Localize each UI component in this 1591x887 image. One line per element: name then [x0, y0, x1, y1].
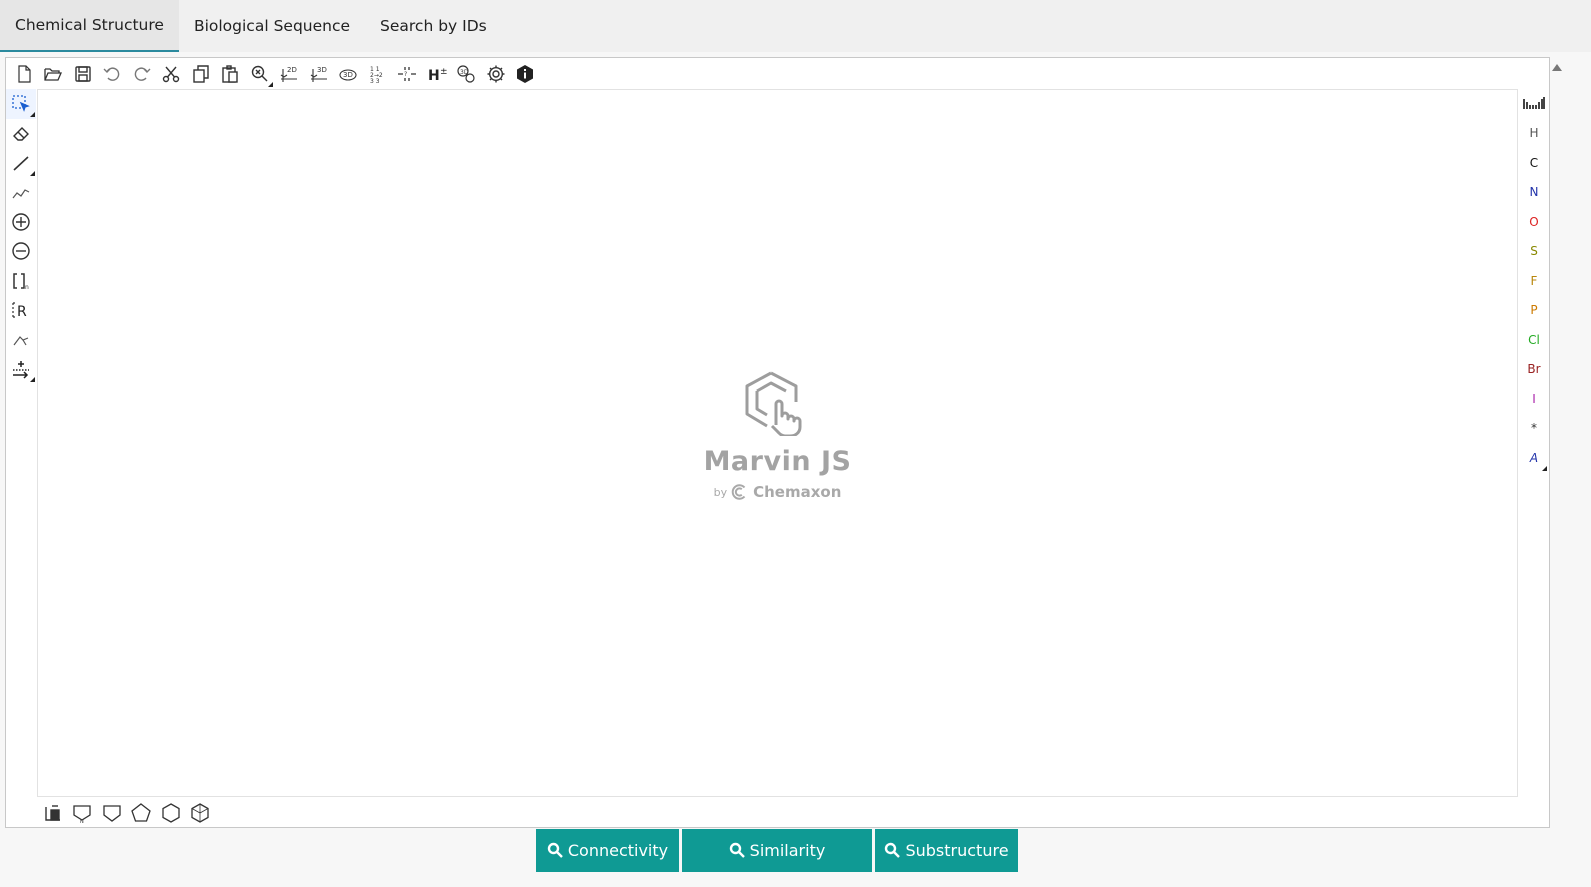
watermark-subtitle: by Chemaxon — [700, 483, 855, 501]
svg-text:H: H — [428, 68, 440, 84]
tab-search-by-ids[interactable]: Search by IDs — [365, 0, 502, 52]
add-hydrogens-icon[interactable]: H ± — [422, 60, 452, 88]
element-c-button[interactable]: C — [1519, 148, 1549, 178]
element-cl-button[interactable]: Cl — [1519, 325, 1549, 355]
similarity-label: Similarity — [749, 841, 826, 860]
svg-text:?: ? — [404, 71, 407, 78]
connectivity-search-button[interactable]: Connectivity — [536, 829, 679, 872]
bottom-toolbar: N — [38, 798, 215, 828]
svg-text:R: R — [17, 304, 27, 320]
tab-chemical-structure[interactable]: Chemical Structure — [0, 0, 179, 52]
reaction-arrow-icon[interactable] — [6, 355, 36, 385]
element-n-button[interactable]: N — [1519, 178, 1549, 208]
templates-icon[interactable]: 3D — [452, 60, 482, 88]
3d-view-icon[interactable]: 3D — [334, 60, 364, 88]
substructure-label: Substructure — [905, 841, 1009, 860]
svg-text:3 3: 3 3 — [370, 78, 380, 84]
aromatize-icon[interactable]: ? — [393, 60, 423, 88]
clean-2d-icon[interactable]: 2D — [275, 60, 305, 88]
scroll-up-arrow-icon[interactable] — [1552, 64, 1562, 71]
redo-icon[interactable] — [127, 60, 157, 88]
periodic-table-icon[interactable] — [1519, 89, 1549, 119]
any-atom-button[interactable]: * — [1519, 414, 1549, 444]
element-i-button[interactable]: I — [1519, 384, 1549, 414]
rectangle-select-icon[interactable] — [6, 89, 36, 119]
right-toolbar: H C N O S F P Cl Br I * A — [1519, 89, 1549, 473]
similarity-search-button[interactable]: Similarity — [682, 829, 872, 872]
benzene-template-icon[interactable] — [38, 799, 68, 827]
undo-icon[interactable] — [98, 60, 128, 88]
connectivity-label: Connectivity — [567, 841, 669, 860]
cyclopentane-icon[interactable] — [127, 799, 157, 827]
search-icon — [729, 842, 745, 858]
settings-icon[interactable] — [481, 60, 511, 88]
svg-text:3D: 3D — [460, 69, 469, 76]
element-s-button[interactable]: S — [1519, 237, 1549, 267]
element-h-button[interactable]: H — [1519, 119, 1549, 149]
atom-list-label: A — [1529, 450, 1539, 465]
chain-icon[interactable] — [6, 178, 36, 208]
chemaxon-logo-icon — [731, 484, 746, 500]
top-toolbar: 2D 3D 3D 1 1 2→2 3 3 ? H ± 3D — [9, 60, 540, 88]
tab-bar: Chemical Structure Biological Sequence S… — [0, 0, 1591, 52]
svg-text:3D: 3D — [317, 66, 327, 74]
svg-text:3D: 3D — [343, 71, 353, 79]
sgroup-bracket-icon[interactable]: n — [6, 266, 36, 296]
atom-list-button[interactable]: A — [1519, 443, 1549, 473]
new-document-icon[interactable] — [9, 60, 39, 88]
open-folder-icon[interactable] — [39, 60, 69, 88]
svg-text:N: N — [80, 819, 84, 824]
cyclopropane-icon[interactable]: N — [68, 799, 98, 827]
paste-icon[interactable] — [216, 60, 246, 88]
tab-biological-sequence[interactable]: Biological Sequence — [179, 0, 365, 52]
number-atoms-icon[interactable]: 1 1 2→2 3 3 — [363, 60, 393, 88]
svg-text:n: n — [25, 284, 29, 291]
watermark-by: by — [713, 485, 728, 499]
zoom-icon[interactable] — [245, 60, 275, 88]
cycloheptane-icon[interactable] — [186, 799, 216, 827]
clean-3d-icon[interactable]: 3D — [304, 60, 334, 88]
attachment-icon[interactable] — [6, 325, 36, 355]
positive-charge-icon[interactable] — [6, 207, 36, 237]
info-icon[interactable] — [511, 60, 541, 88]
svg-text:±: ± — [440, 67, 447, 77]
left-toolbar: n R — [6, 89, 36, 384]
rgroup-icon[interactable]: R — [6, 296, 36, 326]
marvin-logo-icon — [745, 371, 801, 438]
marvin-watermark: Marvin JS by Chemaxon — [700, 370, 855, 501]
watermark-brand: Chemaxon — [753, 483, 842, 501]
cyclobutane-icon[interactable] — [97, 799, 127, 827]
element-p-button[interactable]: P — [1519, 296, 1549, 326]
copy-icon[interactable] — [186, 60, 216, 88]
substructure-search-button[interactable]: Substructure — [875, 829, 1018, 872]
search-buttons: Connectivity Similarity Substructure — [536, 829, 1018, 872]
svg-text:2D: 2D — [287, 66, 297, 74]
search-icon — [547, 842, 563, 858]
element-o-button[interactable]: O — [1519, 207, 1549, 237]
negative-charge-icon[interactable] — [6, 237, 36, 267]
dropdown-corner-icon — [1542, 465, 1547, 471]
watermark-title: Marvin JS — [703, 446, 852, 477]
save-icon[interactable] — [68, 60, 98, 88]
element-f-button[interactable]: F — [1519, 266, 1549, 296]
eraser-icon[interactable] — [6, 119, 36, 149]
element-br-button[interactable]: Br — [1519, 355, 1549, 385]
cut-icon[interactable] — [157, 60, 187, 88]
single-bond-icon[interactable] — [6, 148, 36, 178]
search-icon — [885, 842, 901, 858]
cyclohexane-icon[interactable] — [156, 799, 186, 827]
